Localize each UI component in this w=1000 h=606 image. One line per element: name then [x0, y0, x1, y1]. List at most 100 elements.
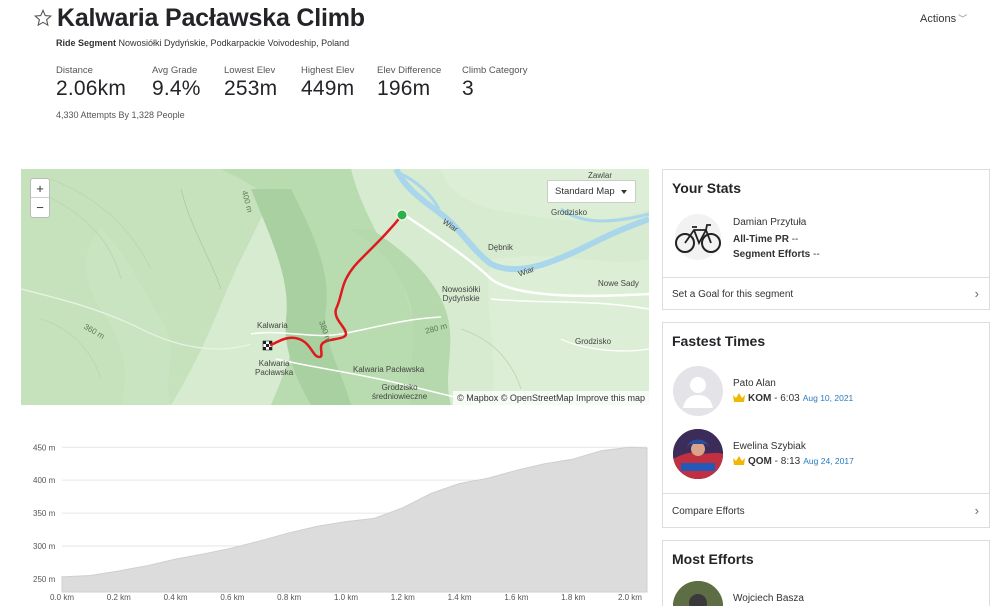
map-label: Kalwaria [257, 321, 288, 330]
y-tick-label: 250 m [33, 575, 56, 584]
y-tick-label: 450 m [33, 443, 56, 452]
segment-subtitle: Ride Segment Nowosiółki Dydyńskie, Podka… [56, 38, 349, 48]
zoom-control: + − [30, 178, 50, 218]
your-stats-title: Your Stats [672, 180, 741, 196]
page-title: Kalwaria Pacławska Climb [57, 4, 365, 32]
stat-label: Distance [56, 65, 93, 76]
user-placeholder-icon [683, 377, 713, 408]
map-label: Kalwaria Pacławska [255, 359, 294, 377]
pr-value: -- [791, 234, 799, 245]
compare-efforts-label: Compare Efforts [672, 506, 745, 517]
x-tick-label: 1.2 km [391, 593, 415, 602]
athlete-name[interactable]: Wojciech Basza [733, 593, 804, 604]
stat-avg-grade: Avg Grade 9.4% [152, 65, 201, 101]
x-tick-label: 0.8 km [277, 593, 301, 602]
chevron-right-icon: › [974, 503, 979, 518]
most-efforts-title: Most Efforts [672, 551, 754, 567]
fastest-times-title: Fastest Times [672, 333, 766, 349]
caret-down-icon [621, 190, 627, 194]
map-style-label: Standard Map [555, 186, 615, 197]
x-tick-label: 1.4 km [448, 593, 472, 602]
x-tick-label: 0.0 km [50, 593, 74, 602]
route-line [269, 209, 408, 359]
elevation-area [61, 446, 648, 593]
badge: QOM [748, 456, 772, 467]
efforts-label: Segment Efforts [733, 249, 811, 260]
map-label: Nowe Sady [598, 279, 639, 288]
leader-time: 8:13 [780, 456, 801, 467]
map-label: Grodzisko [575, 337, 612, 346]
bike-avatar [675, 214, 721, 260]
segment-efforts: Segment Efforts -- [733, 249, 820, 260]
x-tick-label: 2.0 km [618, 593, 642, 602]
avatar[interactable] [673, 429, 723, 479]
x-tick-label: 0.4 km [164, 593, 188, 602]
efforts-value: -- [813, 249, 820, 260]
stat-elev-difference: Elev Difference 196m [377, 65, 441, 101]
stat-distance: Distance 2.06km [56, 65, 126, 101]
set-goal-row[interactable]: Set a Goal for this segment › [663, 277, 989, 310]
map-attribution[interactable]: © Mapbox © OpenStreetMap Improve this ma… [453, 391, 649, 405]
chevron-right-icon: › [974, 286, 979, 301]
actions-label: Actions [920, 13, 957, 25]
zoom-in-button[interactable]: + [31, 179, 49, 198]
x-tick-label: 0.6 km [220, 593, 244, 602]
badge: KOM [748, 393, 772, 404]
avatar[interactable] [673, 366, 723, 416]
x-tick-label: 1.6 km [504, 593, 528, 602]
avatar[interactable] [673, 581, 723, 606]
all-time-pr: All-Time PR -- [733, 234, 798, 245]
stat-label: Highest Elev [301, 65, 355, 76]
athlete-name[interactable]: Ewelina Szybiak [733, 441, 806, 452]
zoom-out-button[interactable]: − [31, 198, 49, 217]
segment-map[interactable]: Zawlar Grodzisko Dębnik Wiar Wiar Nowosi… [21, 169, 649, 405]
segment-location: Nowosiółki Dydyńskie, Podkarpackie Voivo… [118, 38, 350, 48]
y-tick-label: 400 m [33, 476, 56, 485]
stat-lowest-elev: Lowest Elev 253m [224, 65, 277, 101]
leader-time: 6:03 [780, 393, 800, 404]
profile-photo [673, 429, 723, 479]
profile-photo [673, 581, 723, 606]
x-tick-label: 0.2 km [107, 593, 131, 602]
crown-icon [733, 456, 745, 465]
compare-efforts-row[interactable]: Compare Efforts › [663, 493, 989, 528]
chevron-down-icon: ﹀ [958, 14, 968, 24]
stat-value: 449m [301, 77, 355, 100]
stat-label: Elev Difference [377, 65, 442, 76]
effort-date[interactable]: Aug 24, 2017 [803, 456, 854, 466]
y-tick-label: 350 m [33, 509, 56, 518]
map-label: Grodzisko [551, 208, 588, 217]
map-label: Dębnik [488, 243, 513, 252]
map-label: Kalwaria Pacławska [353, 365, 425, 374]
attempts-count: 4,330 Attempts By 1,328 People [56, 110, 185, 120]
effort-date[interactable]: Aug 10, 2021 [803, 393, 854, 403]
athlete-name[interactable]: Damian Przytuła [733, 217, 806, 228]
star-icon[interactable] [34, 9, 52, 27]
map-label: Grodzisko średniowieczne [372, 383, 428, 401]
fastest-times-card: Fastest Times Pato Alan KOM - 6:03 Aug 10… [662, 322, 990, 528]
map-style-dropdown[interactable]: Standard Map [547, 180, 636, 203]
stat-label: Climb Category [462, 65, 528, 76]
set-goal-label: Set a Goal for this segment [672, 289, 794, 300]
stat-label: Avg Grade [152, 65, 198, 76]
leader-result: QOM - 8:13 Aug 24, 2017 [733, 456, 854, 467]
crown-icon [733, 393, 745, 402]
x-tick-label: 1.0 km [334, 593, 358, 602]
stat-value: 9.4% [152, 77, 201, 100]
actions-menu[interactable]: Actions ﹀ [920, 12, 967, 25]
y-tick-label: 300 m [33, 542, 56, 551]
stat-value: 2.06km [56, 77, 127, 100]
stat-value: 253m [224, 77, 278, 100]
map-label: Nowosiółki Dydyńskie [442, 285, 481, 303]
start-marker [396, 209, 408, 221]
stat-value: 196m [377, 77, 431, 100]
stat-highest-elev: Highest Elev 449m [301, 65, 354, 101]
elevation-chart[interactable]: 450 m 400 m 350 m 300 m 250 m 0.0 km 0.2 km 0.4… [21, 430, 649, 606]
stat-climb-category: Climb Category 3 [462, 65, 527, 101]
stat-label: Lowest Elev [224, 65, 276, 76]
x-tick-label: 1.8 km [561, 593, 585, 602]
pr-label: All-Time PR [733, 234, 789, 245]
most-efforts-card: Most Efforts Wojciech Basza [662, 540, 990, 606]
athlete-name[interactable]: Pato Alan [733, 378, 776, 389]
map-label: Zawlar [588, 171, 613, 180]
